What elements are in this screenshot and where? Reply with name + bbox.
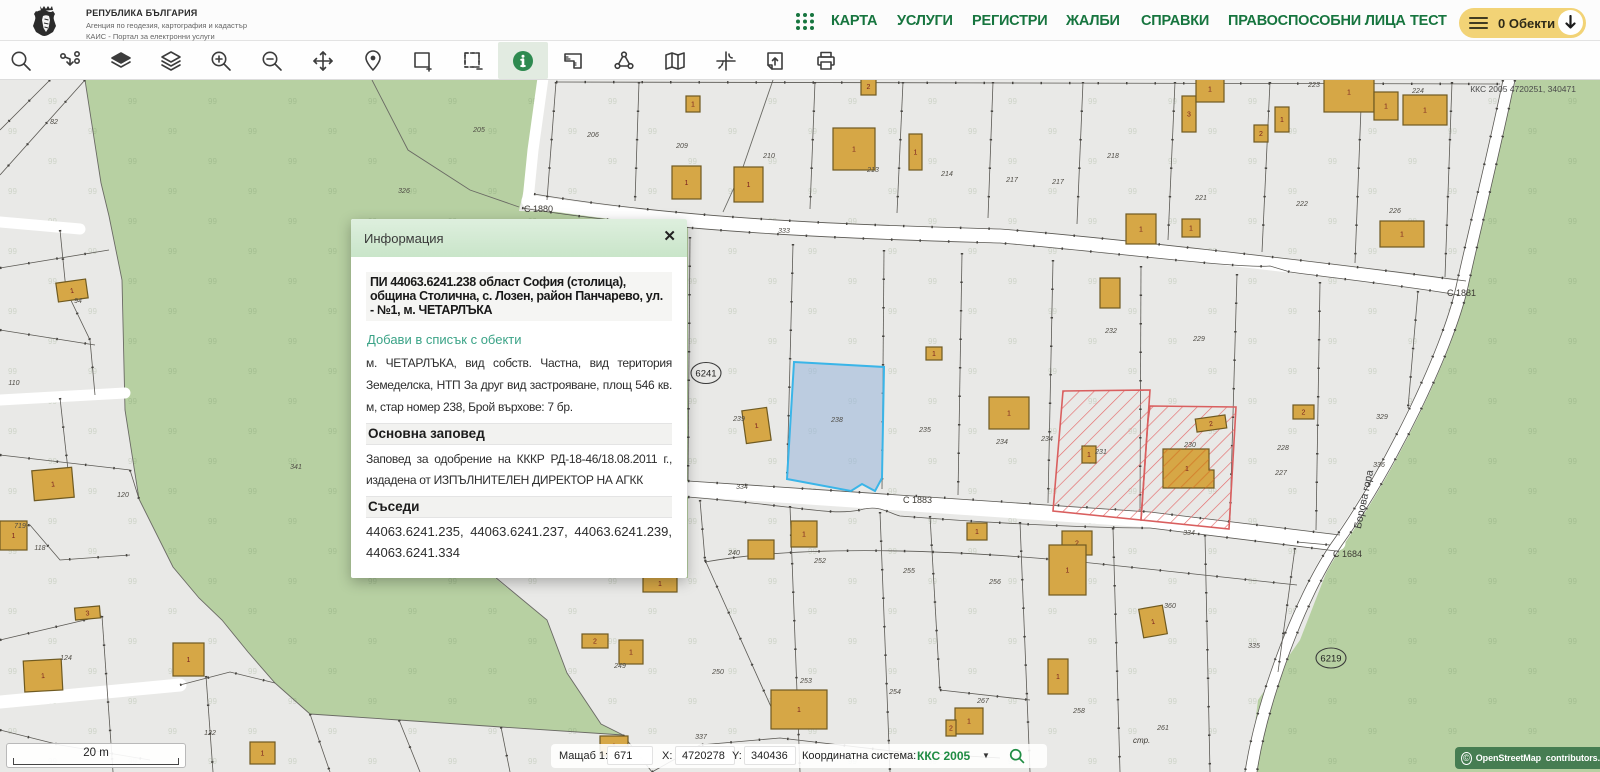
svg-text:120: 120: [117, 492, 129, 499]
svg-text:239: 239: [732, 416, 745, 423]
svg-text:256: 256: [988, 579, 1001, 586]
svg-text:1: 1: [1208, 87, 1212, 94]
svg-text:252: 252: [813, 558, 826, 565]
svg-text:206: 206: [586, 132, 599, 139]
svg-text:2: 2: [593, 639, 597, 646]
svg-text:1: 1: [261, 751, 265, 758]
svg-text:2: 2: [1259, 131, 1263, 138]
svg-text:1: 1: [1347, 90, 1351, 97]
svg-text:329: 329: [1376, 414, 1388, 421]
svg-text:122: 122: [204, 730, 216, 737]
svg-text:232: 232: [1104, 328, 1117, 335]
svg-text:234: 234: [1040, 436, 1053, 443]
svg-text:С 1684: С 1684: [1333, 549, 1362, 559]
svg-text:341: 341: [290, 464, 302, 471]
svg-text:1: 1: [1185, 466, 1189, 473]
svg-text:335: 335: [1248, 643, 1260, 650]
svg-text:231: 231: [1094, 449, 1107, 456]
svg-text:1: 1: [1384, 104, 1388, 111]
svg-text:238: 238: [830, 417, 843, 424]
svg-text:224: 224: [1411, 88, 1424, 95]
svg-text:1: 1: [658, 581, 662, 588]
svg-text:227: 227: [1274, 470, 1288, 477]
svg-text:1: 1: [1066, 568, 1070, 575]
svg-text:6241: 6241: [695, 369, 716, 380]
svg-text:С 1881: С 1881: [1447, 288, 1476, 298]
svg-text:1: 1: [691, 102, 695, 109]
svg-text:205: 205: [472, 127, 485, 134]
svg-text:360: 360: [1164, 603, 1176, 610]
svg-text:3: 3: [1187, 112, 1191, 119]
svg-text:1: 1: [187, 657, 191, 664]
svg-text:1: 1: [1189, 226, 1193, 233]
svg-text:124: 124: [60, 655, 72, 662]
svg-text:326: 326: [398, 188, 410, 195]
svg-text:1: 1: [1280, 117, 1284, 124]
svg-text:1: 1: [685, 180, 689, 187]
svg-text:226: 226: [1388, 208, 1401, 215]
svg-text:110: 110: [8, 380, 19, 387]
svg-text:719: 719: [14, 523, 26, 530]
svg-text:230: 230: [1183, 442, 1196, 449]
svg-text:255: 255: [902, 568, 915, 575]
svg-text:ККС 2005 4720251, 340471: ККС 2005 4720251, 340471: [1470, 84, 1576, 94]
svg-text:337: 337: [695, 734, 708, 741]
svg-text:229: 229: [1192, 336, 1205, 343]
svg-text:82: 82: [50, 119, 58, 126]
svg-text:218: 218: [1106, 153, 1119, 160]
svg-text:С 1880: С 1880: [524, 204, 553, 214]
svg-text:1: 1: [914, 150, 918, 157]
svg-text:333: 333: [778, 228, 790, 235]
svg-text:254: 254: [888, 689, 901, 696]
svg-text:250: 250: [711, 669, 724, 676]
svg-text:336: 336: [1373, 462, 1385, 469]
svg-text:118: 118: [34, 545, 45, 552]
svg-text:1: 1: [51, 481, 56, 488]
svg-text:334: 334: [1183, 530, 1195, 537]
svg-text:2: 2: [949, 726, 953, 733]
svg-text:1: 1: [967, 719, 971, 726]
svg-text:210: 210: [762, 153, 775, 160]
svg-text:214: 214: [940, 171, 953, 178]
svg-text:235: 235: [918, 427, 931, 434]
svg-text:240: 240: [727, 550, 740, 557]
svg-text:1: 1: [852, 147, 856, 154]
svg-text:1: 1: [932, 351, 936, 358]
svg-text:217: 217: [1051, 179, 1065, 186]
svg-text:1: 1: [1400, 232, 1404, 239]
svg-text:217: 217: [1005, 177, 1019, 184]
svg-text:1: 1: [802, 532, 806, 539]
svg-text:1: 1: [629, 650, 633, 657]
svg-text:249: 249: [613, 663, 626, 670]
svg-text:228: 228: [1276, 445, 1289, 452]
svg-text:1: 1: [975, 529, 979, 536]
svg-text:223: 223: [1307, 82, 1320, 89]
svg-text:2: 2: [1302, 410, 1306, 417]
svg-text:94: 94: [74, 298, 82, 305]
svg-text:стр.: стр.: [1133, 736, 1150, 745]
svg-text:1: 1: [1139, 227, 1143, 234]
svg-text:1: 1: [1007, 411, 1011, 418]
svg-text:258: 258: [1072, 708, 1085, 715]
svg-text:С 1883: С 1883: [903, 495, 932, 505]
svg-text:213: 213: [866, 167, 879, 174]
svg-text:334: 334: [736, 484, 748, 491]
svg-text:221: 221: [1194, 195, 1207, 202]
svg-text:3: 3: [85, 610, 90, 617]
svg-text:261: 261: [1156, 725, 1169, 732]
svg-text:6219: 6219: [1320, 654, 1341, 665]
svg-text:253: 253: [799, 678, 812, 685]
svg-text:267: 267: [976, 698, 990, 705]
svg-text:1: 1: [12, 533, 16, 540]
svg-text:1: 1: [797, 707, 801, 714]
svg-text:209: 209: [675, 143, 688, 150]
svg-text:222: 222: [1295, 201, 1308, 208]
svg-text:1: 1: [1056, 674, 1060, 681]
svg-text:234: 234: [995, 439, 1008, 446]
svg-text:1: 1: [1087, 452, 1091, 459]
svg-text:2: 2: [867, 84, 871, 91]
svg-text:1: 1: [1423, 108, 1427, 115]
svg-text:1: 1: [41, 673, 45, 680]
svg-text:1: 1: [747, 182, 751, 189]
